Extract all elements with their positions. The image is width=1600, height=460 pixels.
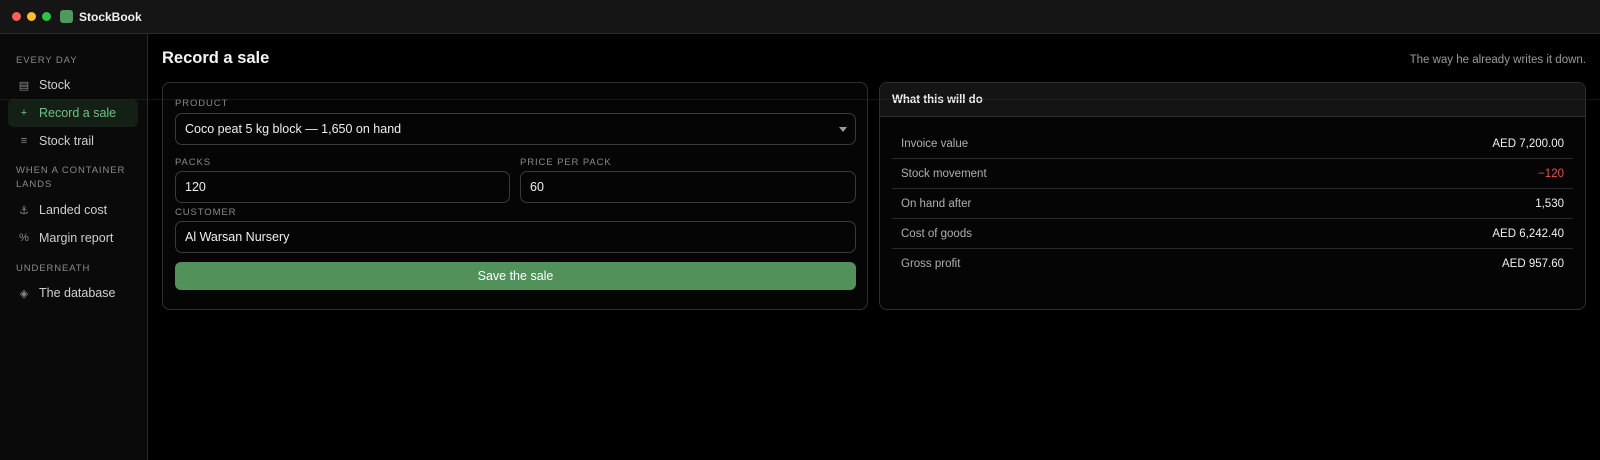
sidebar-item-the-database[interactable]: ◈ The database [8, 279, 138, 307]
sidebar-section-when-a-container-lands: WHEN A CONTAINER LANDS [16, 165, 126, 190]
product-select[interactable]: Coco peat 5 kg block — 1,650 on hand [175, 113, 856, 145]
customer-label: CUSTOMER [175, 207, 237, 218]
price-per-pack-input-value: 60 [530, 180, 544, 194]
customer-input[interactable]: Al Warsan Nursery [175, 221, 856, 253]
save-the-sale-button[interactable]: Save the sale [175, 262, 856, 290]
sidebar-item-margin-report[interactable]: % Margin report [8, 224, 138, 252]
price-per-pack-label: PRICE PER PACK [520, 157, 612, 168]
sidebar-item-label: Landed cost [39, 203, 108, 217]
table-icon: ▤ [18, 79, 30, 92]
sidebar-item-label: Stock [39, 78, 71, 92]
anchor-icon: ⚓ [19, 204, 29, 217]
summary-row-value: AED 7,200.00 [1492, 137, 1564, 150]
summary-row-value: AED 6,242.40 [1492, 227, 1564, 240]
sidebar-section-every-day: EVERY DAY [16, 55, 78, 66]
zoom-window-button[interactable] [42, 12, 51, 21]
summary-row-stock-movement: Stock movement −120 [892, 159, 1573, 189]
price-per-pack-input[interactable]: 60 [520, 171, 856, 203]
summary-title: What this will do [880, 83, 1585, 117]
sidebar-item-stock[interactable]: ▤ Stock [8, 71, 138, 99]
summary-row-label: On hand after [901, 197, 972, 210]
sidebar-item-landed-cost[interactable]: ⚓ Landed cost [8, 196, 138, 224]
product-label: PRODUCT [175, 98, 229, 109]
summary-row-value: 1,530 [1535, 197, 1564, 210]
packs-input-value: 120 [185, 180, 206, 194]
packs-input[interactable]: 120 [175, 171, 510, 203]
app-icon [60, 10, 73, 23]
sidebar-item-label: Stock trail [39, 134, 94, 148]
sale-form-card: PRODUCT Coco peat 5 kg block — 1,650 on … [162, 82, 868, 310]
sidebar-item-label: The database [39, 286, 116, 300]
summary-row-value: −120 [1538, 167, 1564, 180]
chevron-down-icon [839, 127, 847, 132]
summary-row-invoice-value: Invoice value AED 7,200.00 [892, 129, 1573, 159]
main-content: Record a sale The way he already writes … [148, 34, 1600, 460]
product-select-value: Coco peat 5 kg block — 1,650 on hand [185, 122, 402, 136]
sidebar-item-label: Margin report [39, 231, 114, 245]
list-icon: ≡ [20, 135, 28, 147]
packs-label: PACKS [175, 157, 212, 168]
summary-row-label: Cost of goods [901, 227, 972, 240]
app-name: StockBook [79, 9, 142, 24]
window-controls [12, 12, 51, 21]
sidebar-section-underneath: UNDERNEATH [16, 263, 91, 274]
summary-row-label: Invoice value [901, 137, 969, 150]
page-hint: The way he already writes it down. [1409, 54, 1586, 66]
sidebar-item-label: Record a sale [39, 106, 117, 120]
plus-icon: + [20, 107, 28, 119]
summary-row-gross-profit: Gross profit AED 957.60 [892, 249, 1573, 279]
customer-input-value: Al Warsan Nursery [185, 230, 290, 244]
diamond-icon: ◈ [19, 287, 29, 300]
minimize-window-button[interactable] [27, 12, 36, 21]
sidebar-item-record-a-sale[interactable]: + Record a sale [8, 99, 138, 127]
title-bar: StockBook [0, 0, 1600, 34]
percent-icon: % [19, 232, 29, 244]
summary-card: What this will do Invoice value AED 7,20… [879, 82, 1586, 310]
page-title: Record a sale [162, 49, 270, 67]
summary-row-cost-of-goods: Cost of goods AED 6,242.40 [892, 219, 1573, 249]
sidebar-item-stock-trail[interactable]: ≡ Stock trail [8, 127, 138, 155]
sidebar: EVERY DAY ▤ Stock + Record a sale ≡ Stoc… [0, 34, 148, 460]
summary-row-on-hand-after: On hand after 1,530 [892, 189, 1573, 219]
summary-row-label: Stock movement [901, 167, 987, 180]
close-window-button[interactable] [12, 12, 21, 21]
summary-row-label: Gross profit [901, 258, 961, 270]
summary-row-value: AED 957.60 [1501, 258, 1564, 270]
